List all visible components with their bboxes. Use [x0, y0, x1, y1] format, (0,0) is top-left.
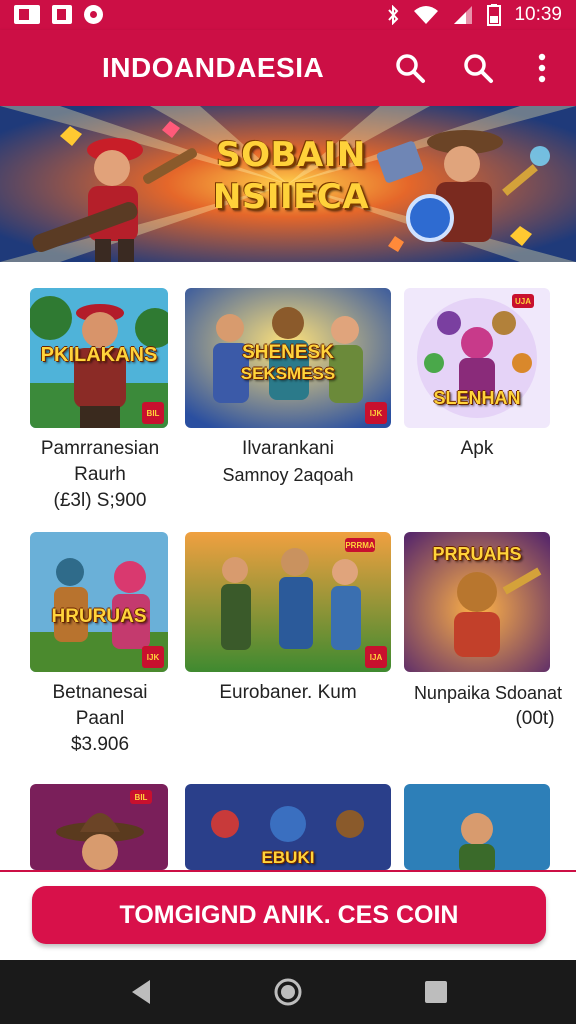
game-badge: UJA — [512, 294, 534, 308]
game-tile[interactable]: SHENESK SEKSMESS IJK — [185, 288, 391, 428]
game-tile[interactable]: BIL — [30, 784, 168, 870]
recents-icon[interactable] — [420, 976, 452, 1008]
gallery-icon — [14, 5, 40, 24]
banner-title-line2: NSIIECA — [212, 177, 370, 217]
game-art-title: EBUKI — [261, 848, 315, 867]
game-badge: BIL — [130, 790, 152, 804]
search-icon[interactable] — [460, 50, 496, 86]
cta-bar: TOMGIGND ANIK. CES COIN — [0, 870, 576, 960]
game-badge: PRRMA — [345, 538, 375, 552]
system-nav-bar — [0, 960, 576, 1024]
game-art — [185, 532, 391, 672]
signal-icon — [454, 6, 473, 24]
game-art-title: SLENHAN — [433, 388, 521, 408]
video-icon — [52, 5, 72, 24]
bluetooth-icon — [388, 5, 399, 25]
game-art-title: HRURUAS — [51, 606, 147, 627]
game-name: Ilvarankani — [242, 438, 334, 459]
game-badge: IJA — [365, 646, 387, 668]
home-icon[interactable] — [272, 976, 304, 1008]
game-tile[interactable]: SLENHAN UJA — [404, 288, 550, 428]
game-art-title: PRRUAHS — [432, 544, 522, 564]
game-name: Pamrranesian — [40, 438, 160, 459]
game-price: $3.906 — [70, 734, 130, 755]
game-badge: IJK — [365, 402, 387, 424]
wifi-icon — [414, 6, 439, 24]
banner-title-line1: SOBAIN — [216, 135, 366, 175]
game-subtitle: Samnoy 2aqoah — [222, 465, 354, 485]
game-art-title: PKILAKANS — [40, 344, 158, 366]
game-tile[interactable]: HRURUAS IJK — [30, 532, 168, 672]
game-name: Raurh — [74, 464, 126, 485]
banner-title: SOBAIN NSIIECA — [206, 134, 376, 218]
app-bar: INDOANDAESIA — [0, 30, 576, 106]
game-name: Betnanesai — [52, 682, 148, 703]
game-price: (00t) — [515, 708, 555, 729]
game-tile[interactable] — [404, 784, 550, 870]
game-art-title: SHENESK — [242, 342, 334, 363]
game-badge: IJK — [142, 646, 164, 668]
promo-banner[interactable]: SOBAIN NSIIECA — [0, 106, 576, 262]
cta-button[interactable]: TOMGIGND ANIK. CES COIN — [32, 886, 546, 944]
game-name: Nunpaika Sdoanat — [413, 683, 563, 703]
app-title: INDOANDAESIA — [102, 52, 325, 83]
game-tile[interactable]: EBUKI — [185, 784, 391, 870]
more-vert-icon[interactable] — [524, 50, 560, 86]
game-name: Apk — [460, 438, 494, 459]
search-icon[interactable] — [392, 50, 428, 86]
back-icon[interactable] — [126, 976, 158, 1008]
game-tile[interactable]: PKILAKANS BIL — [30, 288, 168, 428]
game-tile[interactable]: PRRUAHS — [404, 532, 550, 672]
status-bar: 10:39 — [0, 0, 576, 30]
game-price: (£3l) S;900 — [53, 490, 147, 511]
game-tile[interactable]: PRRMA IJA — [185, 532, 391, 672]
game-badge: BIL — [142, 402, 164, 424]
disc-icon — [84, 5, 103, 24]
game-art-title: SEKSMESS — [240, 364, 336, 383]
status-time: 10:39 — [514, 4, 562, 25]
game-art — [404, 784, 550, 870]
battery-icon — [487, 4, 502, 26]
game-name: Eurobaner. Kum — [219, 682, 357, 703]
game-name: Paanl — [75, 708, 125, 729]
